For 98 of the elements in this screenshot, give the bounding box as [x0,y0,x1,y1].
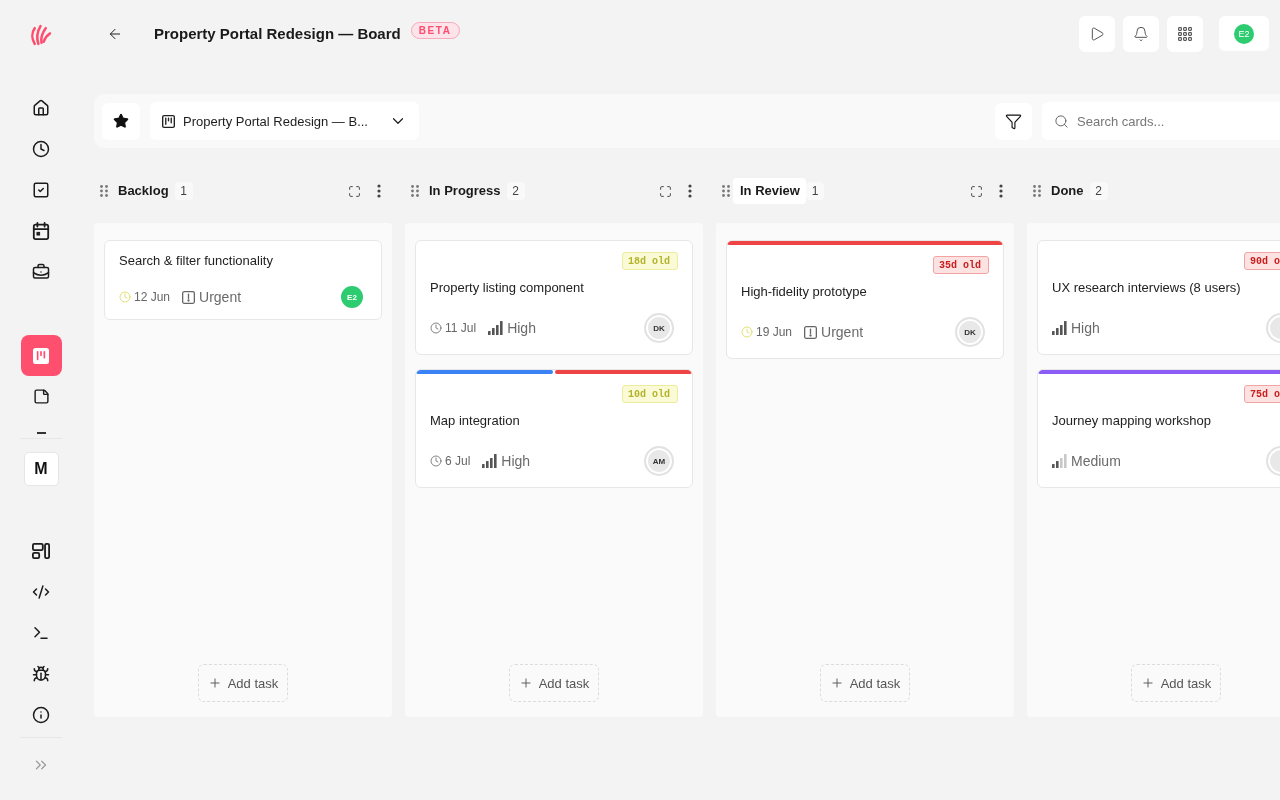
logo-icon[interactable] [30,24,52,46]
avatar: E2 [341,286,363,308]
board-select[interactable]: Property Portal Redesign — B... [150,102,419,140]
add-task-button[interactable]: Add task [509,664,599,702]
priority-label: High [1071,320,1100,336]
bell-icon [1133,25,1149,42]
signal-bars-icon [1052,454,1067,468]
card-title: Search & filter functionality [119,252,274,270]
search-field[interactable]: Search cards... [1042,102,1280,140]
grid-icon [1178,26,1192,41]
exclamation-square-icon [804,325,818,339]
signal-bars-icon [488,321,504,335]
more-icon [999,184,1003,198]
checkbox-icon [32,180,50,199]
age-badge: 18d old [622,252,678,270]
card-title: High-fidelity prototype [741,283,868,301]
expand-button[interactable] [970,184,983,198]
count-badge: 1 [174,182,193,200]
kanban-icon [33,347,49,364]
plus-icon [829,676,844,690]
more-icon [377,184,381,198]
due-date: 19 Jun [756,325,793,339]
plus-icon [1140,676,1155,690]
column-title: In Review [733,178,806,204]
briefcase-icon [32,262,50,281]
filter-button[interactable] [995,102,1032,140]
play-icon [1089,25,1105,42]
notifications-button[interactable] [1123,15,1159,52]
search-icon [1054,113,1069,129]
note-icon [32,388,50,405]
due-date: 11 Jul [445,321,477,335]
column-title: Done [1050,182,1085,200]
beta-badge: BETA [410,22,460,39]
count-badge: 2 [1089,182,1108,200]
workspace-button[interactable]: M [23,452,59,486]
add-task-button[interactable]: Add task [198,664,288,702]
home-icon [32,98,50,117]
card-title: Journey mapping workshop [1052,412,1212,430]
maximize-icon [348,184,361,198]
card-title: Map integration [430,412,521,430]
priority-label: Medium [1071,453,1121,469]
grip-icon[interactable] [1033,185,1041,197]
kanban-icon [162,114,175,128]
favorite-button[interactable] [102,102,140,140]
add-task-button[interactable]: Add task [1131,664,1221,702]
clock-icon [32,139,50,158]
calendar-icon [32,221,50,240]
expand-button[interactable] [659,184,672,198]
task-card[interactable]: 35d old High-fidelity prototype 19 Jun Urgent DK [726,240,1004,359]
grip-icon[interactable] [722,185,730,197]
bug-icon [32,664,50,683]
signal-bars-icon [1052,321,1067,335]
age-badge: 10d old [622,385,678,403]
due-date: 6 Jul [445,454,471,468]
due-date: 12 Jun [134,290,171,304]
count-badge: 2 [506,182,525,200]
column-title: Backlog [117,182,170,200]
age-badge: 35d old [933,256,989,274]
priority-label: Urgent [821,324,864,340]
more-button[interactable] [686,183,694,199]
avatar: DK [644,313,674,343]
maximize-icon [970,184,983,198]
avatar: DK [955,317,985,347]
priority-label: Urgent [199,289,242,305]
code-icon [32,582,50,601]
avatar: E2 [1234,23,1254,44]
priority-label: High [507,320,536,336]
task-card[interactable]: 10d old Map integration 6 Jul High AM [415,369,693,488]
info-icon [32,705,50,724]
task-card[interactable]: 75d o Journey mapping workshop Medium [1037,369,1280,488]
more-button[interactable] [375,183,383,199]
plus-icon [518,676,533,690]
layout-icon [32,541,50,560]
apps-button[interactable] [1167,15,1203,52]
card-title: UX research interviews (8 users) [1052,279,1242,297]
play-button[interactable] [1079,15,1115,52]
task-card[interactable]: 90d o UX research interviews (8 users) High [1037,240,1280,355]
age-badge: 90d o [1244,252,1280,270]
age-badge: 75d o [1244,385,1280,403]
task-card[interactable]: 18d old Property listing component 11 Jul High DK [415,240,693,355]
page-title: Property Portal Redesign — Board [154,25,401,42]
column-title: In Progress [428,182,502,200]
more-icon [688,184,692,198]
card-title: Property listing component [430,279,585,297]
exclamation-square-icon [182,290,196,304]
task-card[interactable]: Search & filter functionality 12 Jun Urgent E2 [104,240,382,320]
avatar: AM [644,446,674,476]
signal-bars-icon [482,454,498,468]
grip-icon[interactable] [100,185,108,197]
grip-icon[interactable] [411,185,419,197]
priority-label: High [501,453,531,469]
maximize-icon [659,184,672,198]
add-task-button[interactable]: Add task [820,664,910,702]
dash-icon [36,432,46,434]
more-button[interactable] [997,183,1005,199]
expand-button[interactable] [348,184,361,198]
filter-icon [1005,112,1022,130]
plus-icon [207,676,222,690]
